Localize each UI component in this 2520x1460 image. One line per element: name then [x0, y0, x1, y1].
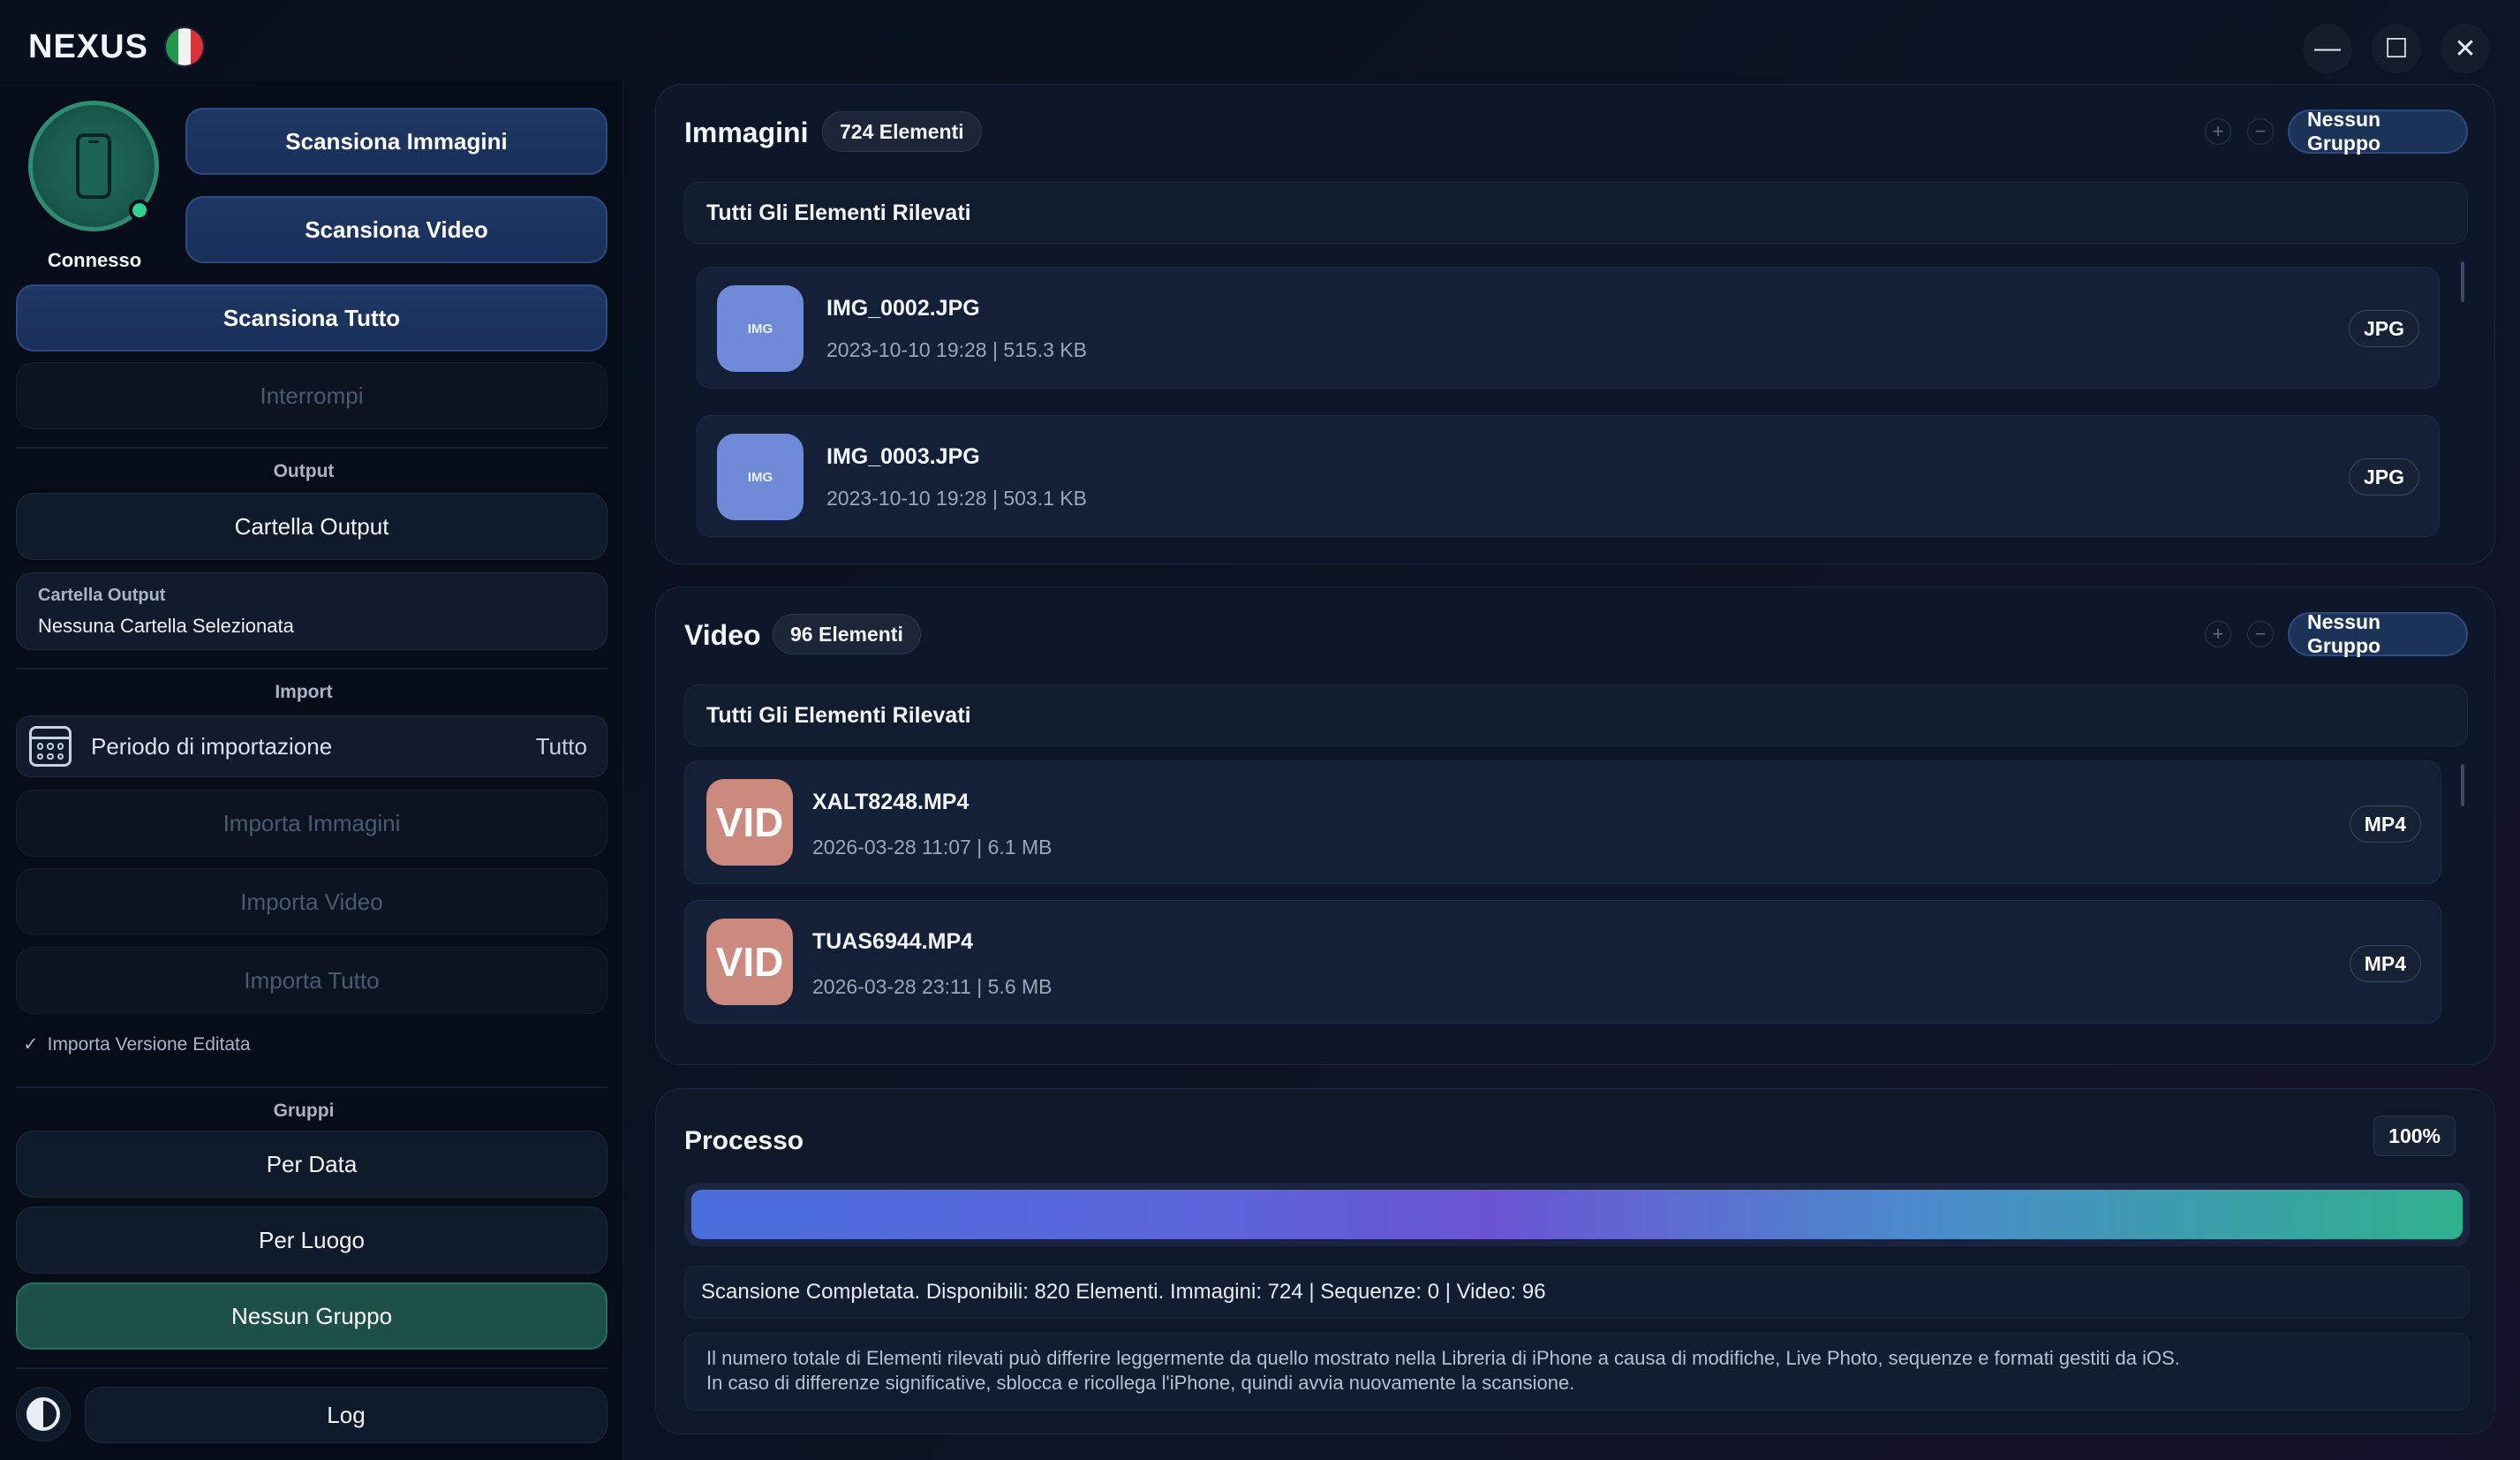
- scan-note-line: Il numero totale di Elementi rilevati pu…: [706, 1347, 2180, 1369]
- list-item[interactable]: VID XALT8248.MP4 2026-03-28 11:07 | 6.1 …: [684, 760, 2441, 884]
- expand-icon[interactable]: +: [2205, 621, 2231, 647]
- scan-note: Il numero totale di Elementi rilevati pu…: [684, 1333, 2470, 1411]
- divider: [16, 447, 607, 449]
- list-item[interactable]: VID TUAS6944.MP4 2026-03-28 23:11 | 5.6 …: [684, 900, 2441, 1024]
- item-name: XALT8248.MP4: [812, 790, 970, 814]
- video-list-header: Tutti Gli Elementi Rilevati: [684, 685, 2468, 746]
- group-by-date-button[interactable]: Per Data: [16, 1131, 607, 1198]
- image-thumbnail: IMG: [717, 434, 804, 520]
- close-button[interactable]: ✕: [2441, 24, 2490, 73]
- divider: [16, 1367, 607, 1369]
- no-group-button[interactable]: Nessun Gruppo: [16, 1282, 607, 1350]
- output-section-label: Output: [273, 461, 335, 481]
- video-thumbnail: VID: [706, 919, 793, 1005]
- connection-status-label: Connesso: [47, 249, 142, 271]
- log-button[interactable]: Log: [85, 1387, 607, 1443]
- item-name: IMG_0003.JPG: [826, 444, 980, 469]
- progress-bar-fill: [691, 1190, 2463, 1239]
- maximize-button[interactable]: ☐: [2372, 24, 2421, 73]
- contrast-icon: [26, 1397, 60, 1431]
- stop-button[interactable]: Interrompi: [16, 362, 607, 429]
- item-name: TUAS6944.MP4: [812, 929, 974, 954]
- sidebar: Connesso Scansiona Immagini Scansiona Vi…: [0, 81, 623, 1460]
- import-video-button[interactable]: Importa Video: [16, 868, 607, 935]
- minimize-button[interactable]: —: [2303, 24, 2352, 73]
- images-group-button[interactable]: Nessun Gruppo: [2288, 108, 2468, 155]
- item-meta: 2026-03-28 11:07 | 6.1 MB: [812, 836, 1053, 859]
- scan-all-button[interactable]: Scansiona Tutto: [16, 284, 607, 352]
- import-period-selector[interactable]: Periodo di importazione Tutto: [16, 715, 607, 777]
- theme-toggle-button[interactable]: [16, 1387, 71, 1441]
- images-list[interactable]: IMG IMG_0002.JPG 2023-10-10 19:28 | 515.…: [684, 258, 2468, 539]
- video-group-button[interactable]: Nessun Gruppo: [2288, 610, 2468, 657]
- calendar-icon: [29, 726, 72, 767]
- divider: [16, 668, 607, 669]
- video-scrollbar[interactable]: [2461, 764, 2464, 806]
- close-icon: ✕: [2454, 34, 2477, 64]
- item-meta: 2026-03-28 23:11 | 5.6 MB: [812, 975, 1053, 998]
- images-scrollbar[interactable]: [2461, 261, 2464, 302]
- item-meta: 2023-10-10 19:28 | 515.3 KB: [826, 338, 1087, 361]
- video-thumbnail: VID: [706, 779, 793, 866]
- expand-icon[interactable]: +: [2205, 118, 2231, 145]
- italy-flag-icon: [163, 26, 205, 67]
- import-edited-label: Importa Versione Editata: [47, 1033, 251, 1055]
- groups-section-label: Gruppi: [273, 1101, 335, 1121]
- progress-percent-badge: 100%: [2373, 1116, 2456, 1156]
- divider: [16, 1086, 607, 1088]
- video-title: Video: [684, 619, 761, 651]
- phone-icon: [76, 133, 111, 199]
- video-count-badge: 96 Elementi: [773, 614, 921, 654]
- list-item[interactable]: IMG IMG_0002.JPG 2023-10-10 19:28 | 515.…: [697, 267, 2440, 389]
- import-all-button[interactable]: Importa Tutto: [16, 947, 607, 1014]
- item-name: IMG_0002.JPG: [826, 296, 980, 321]
- import-section-label: Import: [275, 682, 333, 702]
- import-edited-checkbox[interactable]: ✓ Importa Versione Editata: [23, 1033, 251, 1055]
- progress-bar: [684, 1183, 2470, 1246]
- scan-video-button[interactable]: Scansiona Video: [185, 196, 607, 263]
- images-count-badge: 724 Elementi: [822, 111, 982, 152]
- image-thumbnail: IMG: [717, 285, 804, 372]
- checkmark-icon: ✓: [23, 1034, 39, 1055]
- process-title: Processo: [684, 1126, 804, 1155]
- app-name: NEXUS: [28, 27, 148, 65]
- file-type-badge: MP4: [2349, 945, 2421, 982]
- import-images-button[interactable]: Importa Immagini: [16, 790, 607, 857]
- images-list-header: Tutti Gli Elementi Rilevati: [684, 182, 2468, 244]
- app-logo: NEXUS: [28, 26, 205, 67]
- import-period-value: Tutto: [535, 732, 587, 760]
- file-type-badge: JPG: [2348, 310, 2419, 347]
- file-type-badge: JPG: [2348, 458, 2419, 495]
- video-panel: Video 96 Elementi + − Nessun Gruppo Tutt…: [655, 586, 2495, 1065]
- images-panel: Immagini 724 Elementi + − Nessun Gruppo …: [655, 84, 2495, 564]
- item-meta: 2023-10-10 19:28 | 503.1 KB: [826, 487, 1087, 510]
- minimize-icon: —: [2314, 34, 2341, 63]
- output-folder-field-value: Nessuna Cartella Selezionata: [38, 615, 294, 637]
- scan-images-button[interactable]: Scansiona Immagini: [185, 108, 607, 175]
- title-bar: NEXUS — ☐ ✕: [0, 0, 2520, 88]
- output-folder-field-label: Cartella Output: [38, 586, 166, 605]
- connection-status-dot: [129, 200, 150, 221]
- output-folder-button[interactable]: Cartella Output: [16, 493, 607, 560]
- scan-status-text: Scansione Completata. Disponibili: 820 E…: [684, 1266, 2470, 1319]
- collapse-icon[interactable]: −: [2247, 118, 2274, 145]
- collapse-icon[interactable]: −: [2247, 621, 2274, 647]
- maximize-icon: ☐: [2384, 34, 2409, 64]
- images-title: Immagini: [684, 117, 809, 148]
- list-item[interactable]: IMG IMG_0003.JPG 2023-10-10 19:28 | 503.…: [697, 415, 2440, 537]
- video-list[interactable]: VID XALT8248.MP4 2026-03-28 11:07 | 6.1 …: [684, 760, 2468, 1041]
- group-by-place-button[interactable]: Per Luogo: [16, 1207, 607, 1274]
- import-period-label: Periodo di importazione: [91, 732, 333, 760]
- file-type-badge: MP4: [2349, 806, 2421, 843]
- process-panel: Processo 100% Scansione Completata. Disp…: [655, 1088, 2495, 1434]
- scan-note-line: In caso di differenze significative, sbl…: [706, 1372, 1575, 1394]
- output-folder-field: Cartella Output Nessuna Cartella Selezio…: [16, 572, 607, 650]
